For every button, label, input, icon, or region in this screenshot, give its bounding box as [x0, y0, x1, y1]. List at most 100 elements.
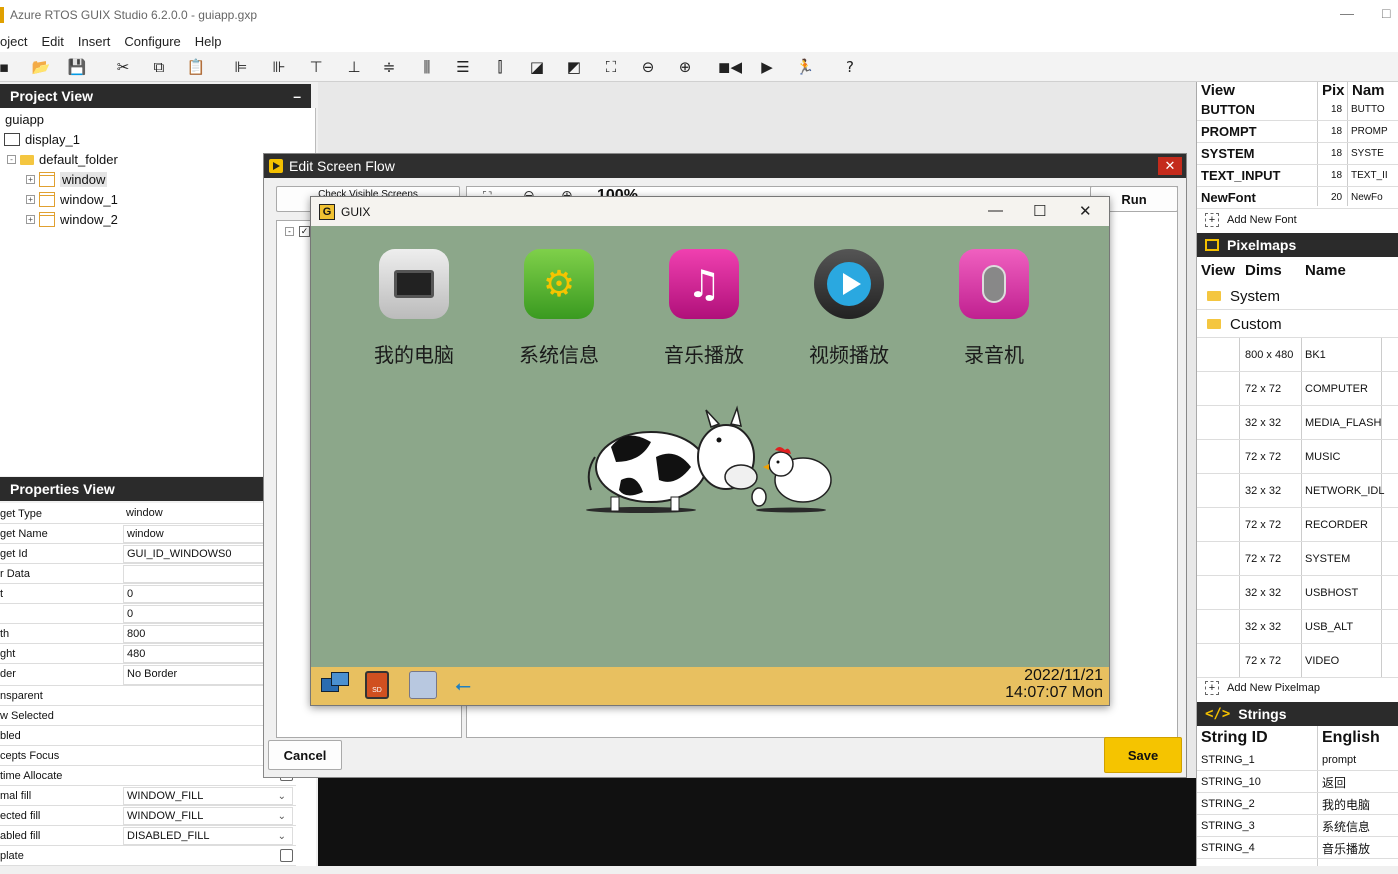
tree-folder[interactable]: - default_folder — [7, 152, 118, 167]
play-icon[interactable]: ▶ — [757, 58, 777, 76]
copy-icon[interactable]: ⧉ — [149, 58, 169, 76]
maximize-button[interactable]: □ — [1382, 5, 1390, 21]
equal-height-icon[interactable]: ☰ — [453, 58, 473, 76]
fit-size-icon[interactable]: ⛶ — [601, 58, 621, 76]
selected-fill-select[interactable]: WINDOW_FILL ⌄ — [123, 807, 293, 825]
menu-project[interactable]: oject — [0, 34, 27, 49]
string-row[interactable]: STRING_10 返回 — [1197, 771, 1398, 793]
cancel-button[interactable]: Cancel — [268, 740, 342, 770]
run-icon[interactable]: 🏃 — [795, 58, 815, 76]
font-row[interactable]: PROMPT 18 PROMP — [1197, 121, 1398, 143]
pixelmap-folder-custom[interactable]: Custom — [1197, 310, 1398, 338]
menu-insert[interactable]: Insert — [78, 34, 111, 49]
align-bottom-icon[interactable]: ⊥ — [344, 58, 364, 76]
pixelmap-row[interactable]: 72 x 72 SYSTEM — [1197, 542, 1398, 576]
move-front-icon[interactable]: ◪ — [527, 58, 547, 76]
add-pixelmap-button[interactable]: + Add New Pixelmap — [1205, 681, 1320, 695]
menu-configure[interactable]: Configure — [124, 34, 180, 49]
collapse-node-icon[interactable]: - — [7, 155, 16, 164]
font-name: PROMPT — [1201, 124, 1257, 139]
align-left-icon[interactable]: ⊫ — [231, 58, 251, 76]
zoom-in-icon[interactable]: ⊕ — [675, 58, 695, 76]
new-project-icon[interactable]: ▪ — [0, 58, 14, 76]
pixelmap-dims: 72 x 72 — [1245, 553, 1282, 565]
center-horizontal-icon[interactable]: ⫼ — [417, 58, 437, 76]
pixelmaps-title: Pixelmaps — [1227, 237, 1297, 253]
usb-icon[interactable]: ⭠ — [455, 673, 471, 697]
pixelmap-row[interactable]: 32 x 32 USBHOST — [1197, 576, 1398, 610]
menu-edit[interactable]: Edit — [41, 34, 63, 49]
add-font-button[interactable]: + Add New Font — [1205, 213, 1297, 227]
folder-icon — [1207, 319, 1221, 329]
normal-fill-select[interactable]: WINDOW_FILL ⌄ — [123, 787, 293, 805]
record-macro-icon[interactable]: ◼◀ — [718, 58, 742, 76]
string-row[interactable]: STRING_1 prompt — [1197, 749, 1398, 771]
pixelmap-dims: 72 x 72 — [1245, 451, 1282, 463]
string-row[interactable]: STRING_3 系统信息 — [1197, 815, 1398, 837]
canvas-dark-area — [318, 778, 1196, 866]
string-row[interactable]: STRING_4 音乐播放 — [1197, 837, 1398, 859]
app-video-player[interactable]: 视频播放 — [794, 249, 904, 368]
help-icon[interactable]: ? — [840, 58, 860, 76]
font-row[interactable]: NewFont 20 NewFo — [1197, 187, 1398, 209]
minimize-button[interactable]: — — [1340, 5, 1354, 21]
tree-display[interactable]: display_1 — [4, 132, 80, 147]
font-short-name: BUTTO — [1351, 104, 1385, 115]
align-top-icon[interactable]: ⊤ — [306, 58, 326, 76]
collapse-node-icon[interactable]: - — [285, 227, 294, 236]
tree-window[interactable]: + window — [26, 172, 108, 187]
tree-window-1[interactable]: + window_1 — [26, 192, 118, 207]
sd-card-icon[interactable]: SD — [365, 671, 389, 699]
center-vertical-icon[interactable]: ≑ — [379, 58, 399, 76]
pixelmap-row[interactable]: 32 x 32 MEDIA_FLASH — [1197, 406, 1398, 440]
pixelmap-row[interactable]: 72 x 72 RECORDER — [1197, 508, 1398, 542]
pixelmap-name: NETWORK_IDL — [1305, 485, 1385, 497]
app-system-info[interactable]: ⚙ 系统信息 — [504, 249, 614, 368]
guix-title-bar: G GUIX — ☐ ✕ — [311, 197, 1109, 226]
pixelmap-row[interactable]: 32 x 32 USB_ALT — [1197, 610, 1398, 644]
network-icon[interactable] — [321, 672, 349, 698]
close-button[interactable]: ✕ — [1079, 202, 1092, 220]
app-music-player[interactable]: ♫ 音乐播放 — [649, 249, 759, 368]
move-back-icon[interactable]: ◩ — [564, 58, 584, 76]
string-row[interactable]: STRING_2 我的电脑 — [1197, 793, 1398, 815]
zoom-out-icon[interactable]: ⊖ — [638, 58, 658, 76]
app-my-computer[interactable]: 我的电脑 — [359, 249, 469, 368]
pixelmap-row[interactable]: 72 x 72 MUSIC — [1197, 440, 1398, 474]
save-button[interactable]: Save — [1104, 737, 1182, 773]
expand-node-icon[interactable]: + — [26, 215, 35, 224]
font-row[interactable]: TEXT_INPUT 18 TEXT_II — [1197, 165, 1398, 187]
pixelmap-name: USB_ALT — [1305, 621, 1354, 633]
font-row[interactable]: BUTTON 18 BUTTO — [1197, 99, 1398, 121]
menu-help[interactable]: Help — [195, 34, 222, 49]
pixelmap-name: USBHOST — [1305, 587, 1359, 599]
expand-node-icon[interactable]: + — [26, 195, 35, 204]
app-recorder[interactable]: 录音机 — [939, 249, 1049, 368]
pixelmap-name: MUSIC — [1305, 451, 1341, 463]
screen-checkbox[interactable]: ✓ — [299, 226, 310, 237]
pixelmap-folder-system[interactable]: System — [1197, 282, 1398, 310]
close-button[interactable]: ✕ — [1158, 157, 1182, 175]
template-checkbox[interactable] — [280, 849, 293, 862]
minimize-button[interactable]: — — [988, 202, 1003, 219]
cut-icon[interactable]: ✂ — [113, 58, 133, 76]
pixelmap-row[interactable]: 800 x 480 BK1 — [1197, 338, 1398, 372]
date-text: 2022/11/21 — [1024, 667, 1103, 684]
paste-icon[interactable]: 📋 — [186, 58, 206, 76]
expand-node-icon[interactable]: + — [26, 175, 35, 184]
collapse-button[interactable]: – — [293, 88, 301, 104]
pixelmap-row[interactable]: 72 x 72 VIDEO — [1197, 644, 1398, 678]
tree-window-2[interactable]: + window_2 — [26, 212, 118, 227]
disabled-fill-select[interactable]: DISABLED_FILL ⌄ — [123, 827, 293, 845]
usb-drive-icon[interactable] — [409, 671, 437, 699]
maximize-button[interactable]: ☐ — [1033, 202, 1046, 220]
save-icon[interactable]: 💾 — [67, 58, 87, 76]
equal-width-icon[interactable]: ⫿ — [490, 58, 510, 76]
pixelmap-row[interactable]: 32 x 32 NETWORK_IDL — [1197, 474, 1398, 508]
title-bar: Azure RTOS GUIX Studio 6.2.0.0 - guiapp.… — [0, 0, 1398, 30]
open-folder-icon[interactable]: 📂 — [31, 58, 51, 76]
tree-root[interactable]: guiapp — [5, 112, 44, 127]
align-right-icon[interactable]: ⊪ — [269, 58, 289, 76]
pixelmap-row[interactable]: 72 x 72 COMPUTER — [1197, 372, 1398, 406]
font-row[interactable]: SYSTEM 18 SYSTE — [1197, 143, 1398, 165]
